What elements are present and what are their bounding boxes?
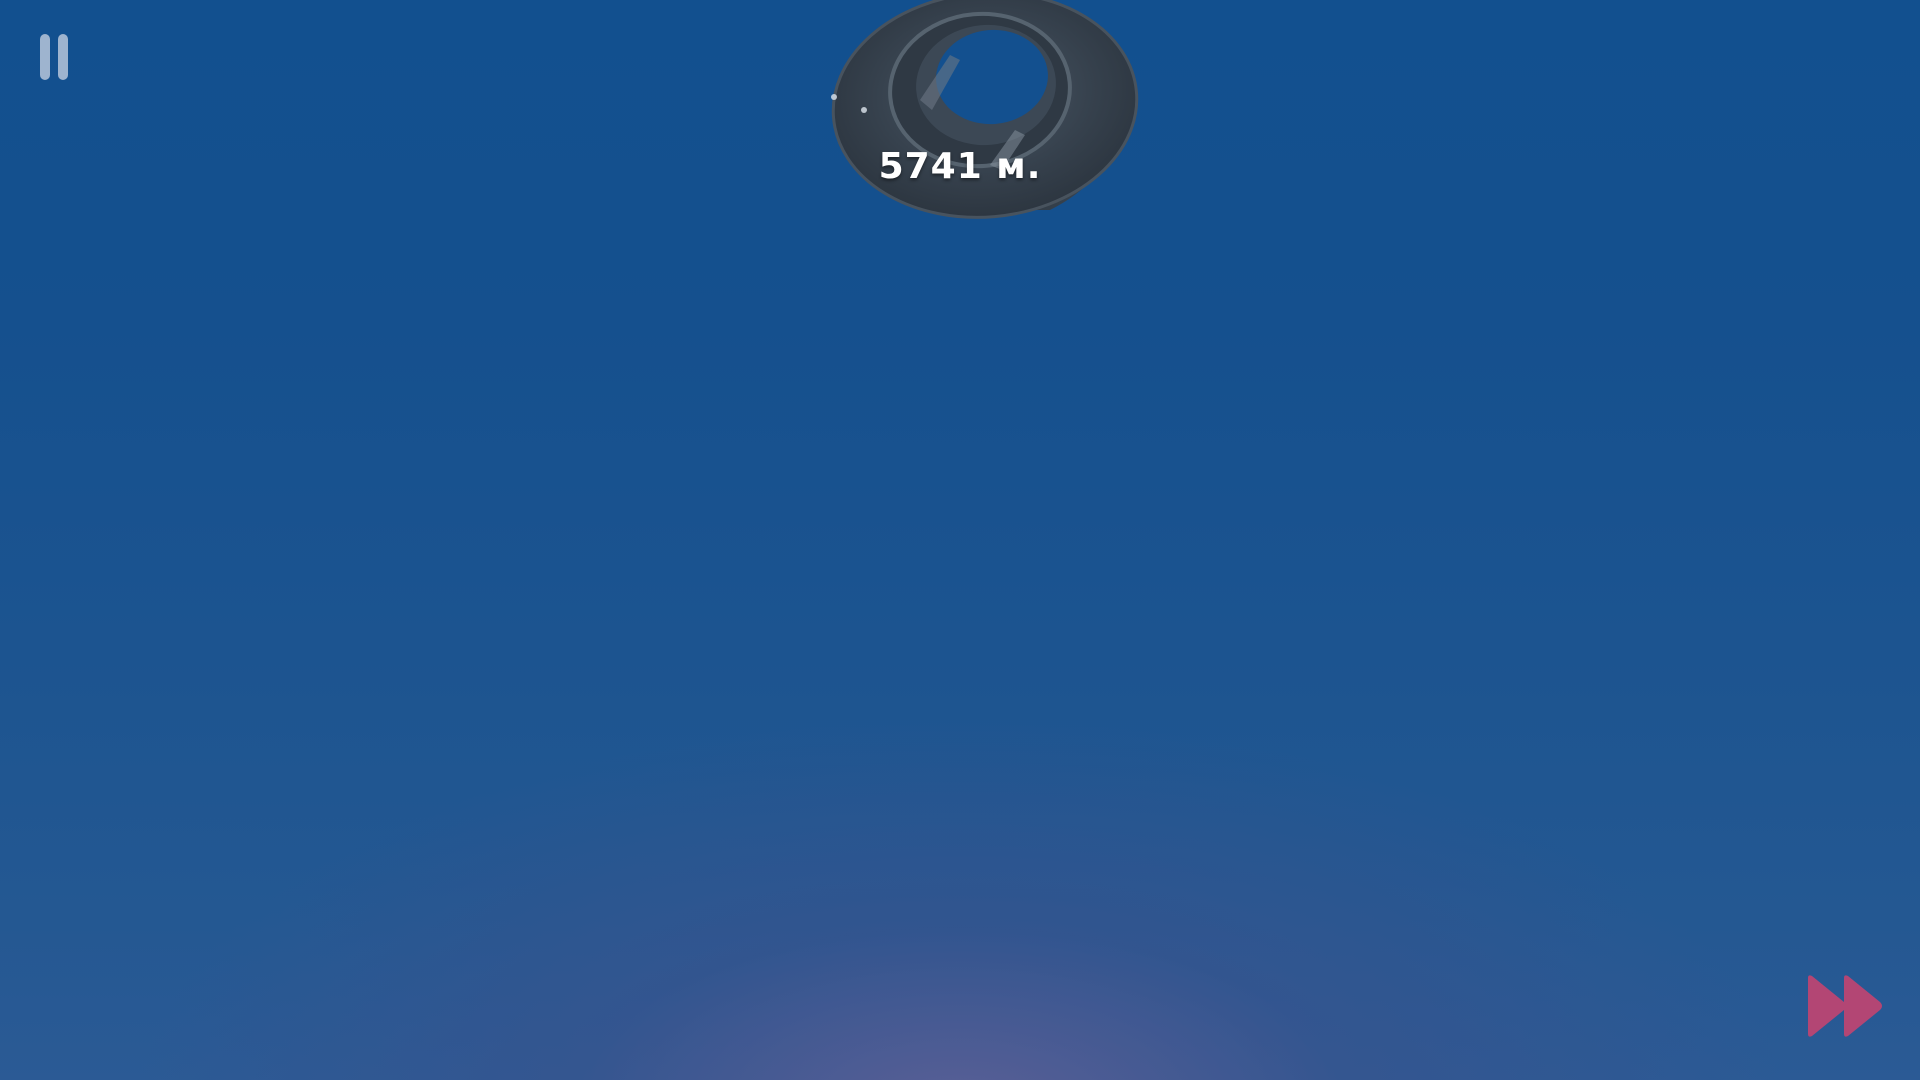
game-scene[interactable]: 5741 м.: [0, 0, 1920, 1080]
tire-icon: [831, 0, 1139, 219]
pause-bar-left: [40, 34, 50, 80]
fast-forward-icon: [1808, 975, 1882, 1037]
tire-object: [800, 0, 1160, 280]
pause-bar-right: [58, 34, 68, 80]
pause-button[interactable]: [36, 34, 76, 82]
fast-forward-button[interactable]: [1806, 974, 1886, 1038]
